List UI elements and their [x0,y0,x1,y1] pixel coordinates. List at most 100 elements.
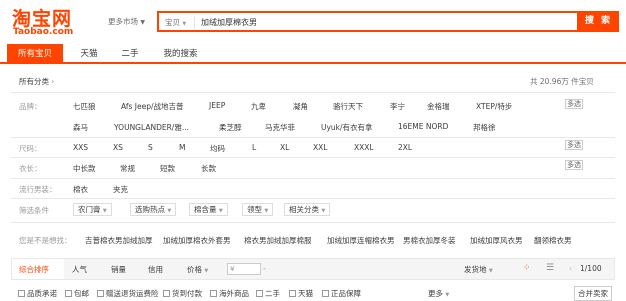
filter-checkbox-label: 品质承诺 [27,289,57,298]
filter-dropdown[interactable]: 农门膏 ▼ [73,203,112,216]
chevron-down-icon: ▼ [488,268,493,274]
brand-option[interactable]: 森马 [73,122,88,133]
filter-checkbox[interactable]: 二手 [256,288,280,299]
tab-my-search[interactable]: 我的搜索 [153,44,208,64]
sort-sales[interactable]: 销量 [111,264,126,275]
merge-sellers-button[interactable]: 合并卖家 [574,286,612,301]
chevron-down-icon: ▼ [445,292,450,298]
brand-option[interactable]: 16EME NORD [398,122,448,131]
size-option[interactable]: S [148,143,153,152]
size-option[interactable]: XL [280,143,289,152]
more-markets-link[interactable]: 更多市场 ▼ [108,16,145,27]
filter-checkbox[interactable]: 赠送退货运费险 [97,288,159,299]
size-option[interactable]: XXL [313,143,327,152]
sort-bar: 综合排序 人气 销量 信用 价格 ▼ ¥ - 发货地 ▼ ⁘ ☰ ‹ 1/100 [11,258,615,280]
length-option[interactable]: 长款 [201,163,216,174]
filter-checkbox-label: 二手 [265,289,280,298]
divider [11,198,615,199]
chevron-down-icon: ▼ [264,208,269,214]
style-option[interactable]: 夹克 [113,184,128,195]
filter-dropdown-label: 棉含量 [194,205,217,214]
search-button[interactable]: 搜 索 [578,11,619,32]
search-input[interactable] [201,15,561,29]
filter-dropdown[interactable]: 棉含量 ▼ [189,203,228,216]
breadcrumb[interactable]: 所有分类 › [19,76,54,87]
list-view-icon[interactable]: ☰ [546,263,554,273]
filter-dropdown[interactable]: 相关分类 ▼ [284,203,331,216]
divider [11,92,615,93]
length-option[interactable]: 短款 [160,163,175,174]
tab-second-hand[interactable]: 二手 [110,44,150,64]
filter-checkbox[interactable]: 海外商品 [210,288,249,299]
search-type-select[interactable]: 宝贝 ▼ [161,16,195,29]
divider [11,137,615,138]
brand-option[interactable]: YOUNGLANDER/雅... [114,122,189,133]
filter-checkbox[interactable]: 品质承诺 [18,288,57,299]
sort-credit[interactable]: 信用 [148,264,163,275]
brand-option[interactable]: Afs Jeep/战地吉普 [121,101,184,112]
checkbox-icon [289,290,296,297]
suggest-link[interactable]: 加绒加厚风衣男 [470,235,523,246]
brand-option[interactable]: 邦格徐 [473,122,496,133]
filter-checkbox[interactable]: 正品保障 [322,288,361,299]
brand-option[interactable]: 马克华菲 [265,122,295,133]
sort-price-label: 价格 [187,265,202,274]
size-multiselect-button[interactable]: 多选 [565,140,583,150]
ship-from-dropdown[interactable]: 发货地 ▼ [464,264,493,275]
more-filters-label: 更多 [428,289,443,298]
chevron-down-icon: ▼ [204,268,209,274]
length-multiselect-button[interactable]: 多选 [565,160,583,170]
filter-checkbox-label: 赠送退货运费险 [106,289,159,298]
size-option[interactable]: XXXL [354,143,374,152]
sort-default[interactable]: 综合排序 [19,264,49,275]
size-option[interactable]: L [252,143,256,152]
brand-option[interactable]: 九卑 [251,101,266,112]
brand-option[interactable]: 骆行天下 [333,101,363,112]
brand-option[interactable]: 柔芝醇 [219,122,242,133]
chevron-right-icon: › [51,77,55,86]
length-option[interactable]: 中长款 [73,163,96,174]
size-option[interactable]: XS [113,143,123,152]
brand-option[interactable]: 凝角 [293,101,308,112]
suggest-link[interactable]: 棉衣男加绒加厚棉服 [244,235,312,246]
tab-all-items[interactable]: 所有宝贝 [7,44,63,64]
brand-option[interactable]: 七匹狼 [73,101,96,112]
sort-popularity[interactable]: 人气 [72,264,87,275]
prev-page-icon[interactable]: ‹ [569,264,572,273]
price-range-dash: - [263,264,266,273]
filter-dropdown-label: 农门膏 [78,205,101,214]
brand-option[interactable]: 李宁 [390,101,405,112]
suggest-link[interactable]: 男棉衣加厚冬装 [403,235,456,246]
search-type-label: 宝贝 [165,18,180,27]
brand-option[interactable]: XTEP/特步 [476,101,512,112]
more-filters-toggle[interactable]: 更多 ▼ [428,288,449,299]
grid-view-icon[interactable]: ⁘ [523,263,531,273]
filter-checkbox[interactable]: 天猫 [289,288,313,299]
suggest-link[interactable]: 加绒加厚连帽棉衣男 [327,235,395,246]
brand-multiselect-button[interactable]: 多选 [565,99,583,109]
brand-option[interactable]: 金格瑞 [427,101,450,112]
filter-dropdown-label: 选购热点 [135,205,165,214]
filter-checkbox-label: 货到付款 [172,289,202,298]
length-option[interactable]: 常规 [120,163,135,174]
suggest-link[interactable]: 翻领棉衣男 [534,235,572,246]
brand-option[interactable]: JEEP [209,101,225,110]
suggest-link[interactable]: 吉普棉衣男加绒加厚 [85,235,153,246]
taobao-logo-en[interactable]: Taobao.com [13,27,73,37]
size-option[interactable]: M [179,143,185,152]
size-option[interactable]: XXS [73,143,88,152]
suggest-link[interactable]: 加绒加厚棉衣外套男 [163,235,231,246]
filter-checkbox[interactable]: 包邮 [65,288,89,299]
style-option[interactable]: 棉衣 [73,184,88,195]
size-option[interactable]: 均码 [210,143,225,154]
filter-checkbox[interactable]: 货到付款 [163,288,202,299]
result-count: 共 20.96万 件宝贝 [530,77,594,86]
price-min-input[interactable]: ¥ [227,263,261,275]
size-option[interactable]: 2XL [398,143,412,152]
breadcrumb-label: 所有分类 [19,77,49,86]
brand-option[interactable]: Uyuk/有衣有拿 [321,122,373,133]
sort-price[interactable]: 价格 ▼ [187,264,208,275]
tab-tmall[interactable]: 天猫 [69,44,109,64]
filter-dropdown[interactable]: 选购热点 ▼ [130,203,177,216]
filter-dropdown[interactable]: 领型 ▼ [242,203,274,216]
